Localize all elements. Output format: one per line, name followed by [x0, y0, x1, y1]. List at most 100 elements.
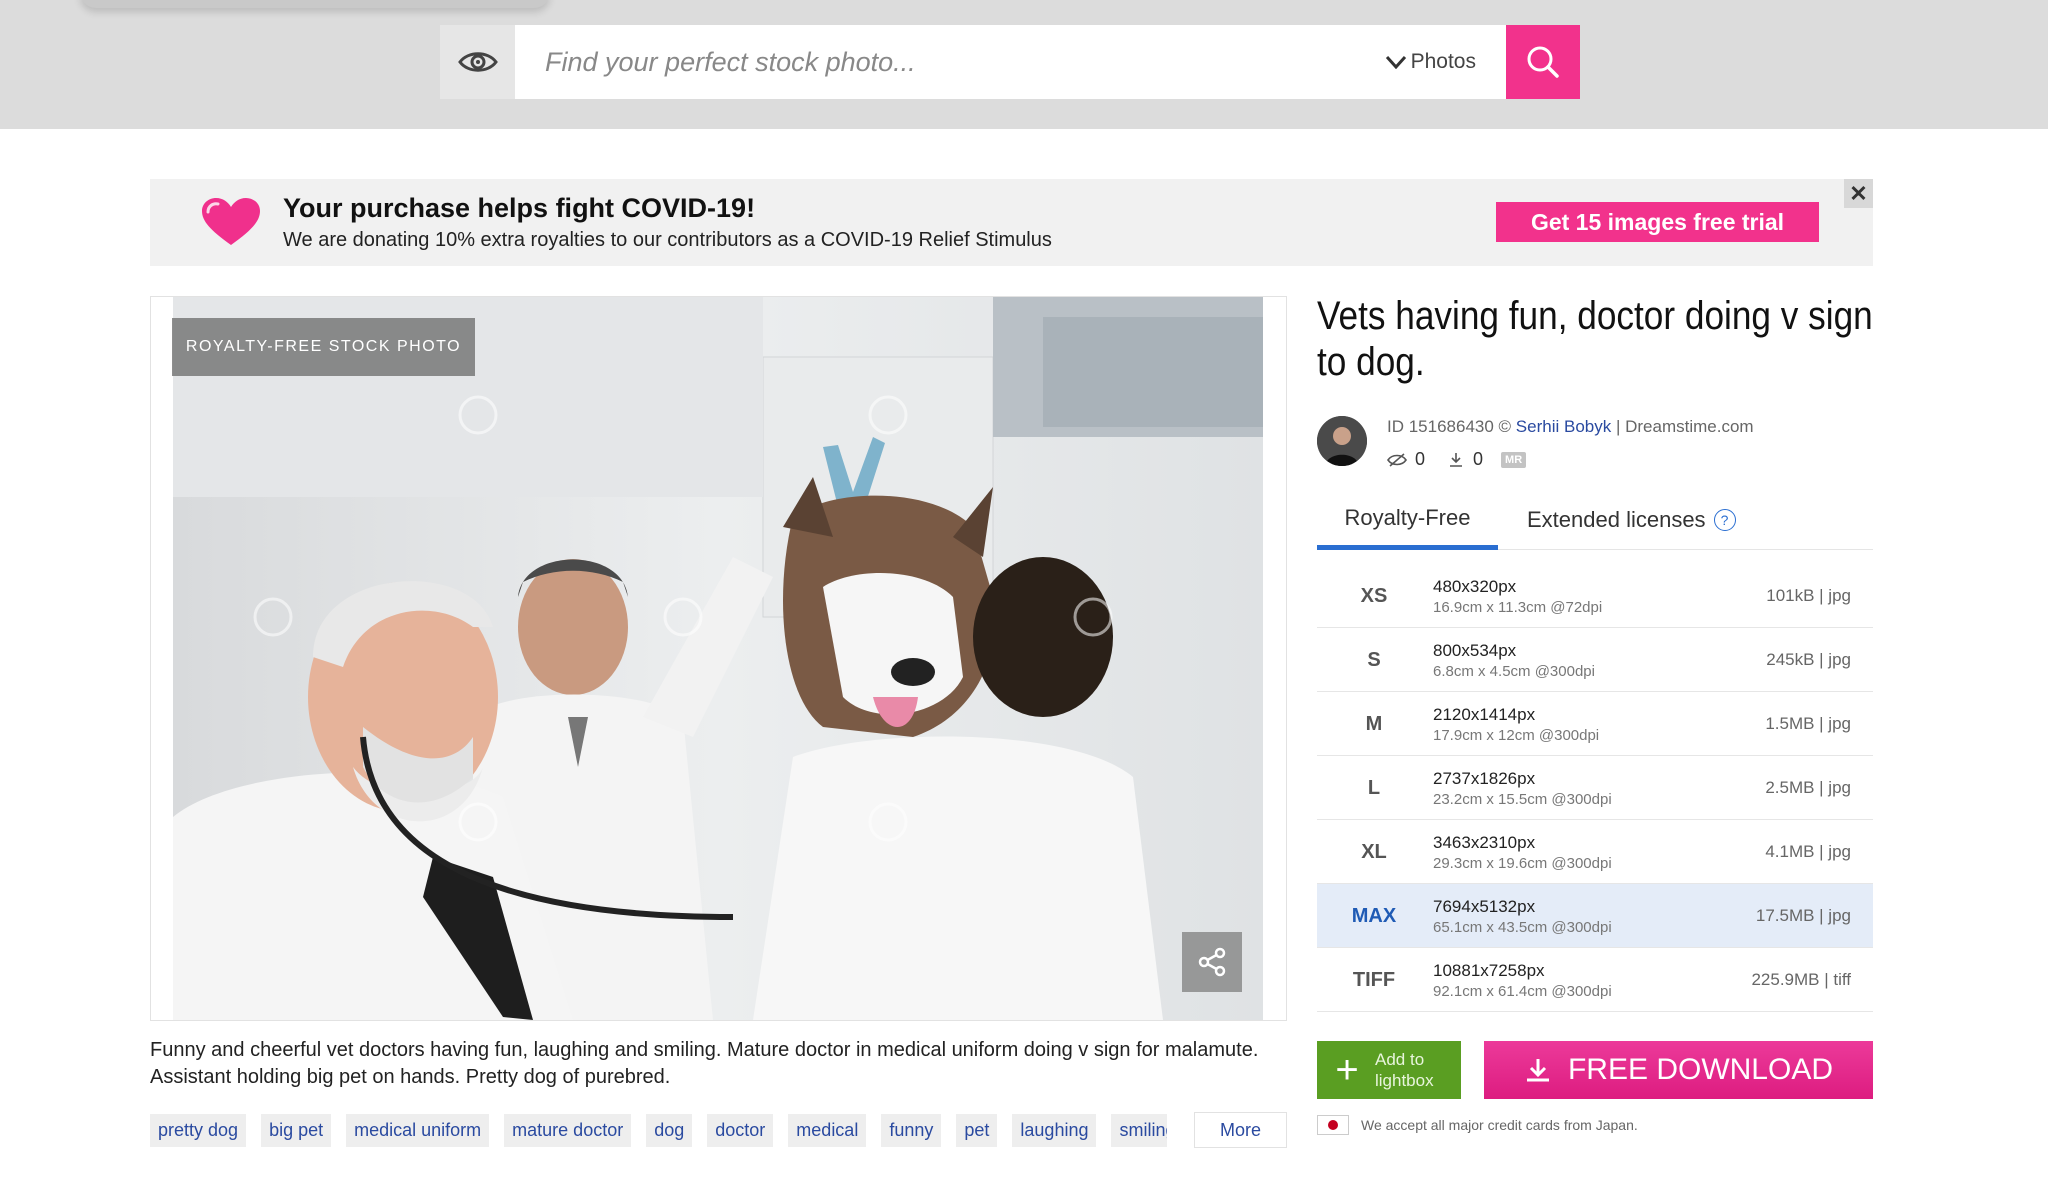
size-pixels: 10881x7258px [1433, 961, 1545, 980]
size-pixels: 800x534px [1433, 641, 1517, 660]
download-icon [1526, 1059, 1549, 1082]
model-release-badge: MR [1501, 451, 1527, 468]
lightbox-label: Add to lightbox [1375, 1049, 1434, 1091]
size-pixels: 2737x1826px [1433, 769, 1536, 788]
license-tabs: Royalty-Free Extended licenses ? [1317, 490, 1873, 550]
search-icon [1527, 46, 1559, 78]
tab-extended-licenses[interactable]: Extended licenses ? [1527, 490, 1736, 550]
size-file: 17.5MB | jpg [1755, 906, 1851, 925]
size-code: XS [1360, 584, 1388, 607]
banner-title: Your purchase helps fight COVID-19! [283, 193, 756, 223]
image-title: Vets having fun, doctor doing v sign to … [1317, 294, 1873, 384]
heart-icon [202, 198, 260, 245]
image-description: Funny and cheerful vet doctors having fu… [150, 1039, 1259, 1088]
tag[interactable]: medical uniform [346, 1114, 490, 1147]
size-row-l[interactable]: L 2737x1826px 23.2cm x 15.5cm @300dpi 2.… [1317, 756, 1873, 820]
visual-search-button[interactable] [440, 25, 515, 99]
size-print: 92.1cm x 61.4cm @300dpi [1433, 983, 1612, 1000]
size-pixels: 480x320px [1433, 577, 1517, 596]
photo-illustration [173, 297, 1263, 1020]
tag[interactable]: funny [881, 1114, 942, 1147]
size-file: 225.9MB | tiff [1751, 970, 1851, 989]
size-pixels: 3463x2310px [1433, 833, 1536, 852]
size-print: 6.8cm x 4.5cm @300dpi [1433, 663, 1595, 680]
header-tab-shadow [80, 0, 550, 8]
image-stats: 0 0 MR [1387, 449, 1527, 470]
eye-icon [457, 52, 498, 72]
search-type-label: Photos [1410, 50, 1476, 73]
size-row-max[interactable]: MAX 7694x5132px 65.1cm x 43.5cm @300dpi … [1317, 884, 1873, 948]
search-button[interactable] [1506, 25, 1580, 99]
tab-extended-label: Extended licenses [1527, 507, 1706, 532]
author-link[interactable]: Serhii Bobyk [1516, 417, 1611, 436]
free-download-button[interactable]: FREE DOWNLOAD [1484, 1041, 1873, 1099]
size-code: L [1367, 776, 1381, 799]
size-code: TIFF [1352, 968, 1396, 991]
size-print: 16.9cm x 11.3cm @72dpi [1433, 599, 1603, 616]
tag[interactable]: pet [956, 1114, 998, 1147]
size-row-s[interactable]: S 800x534px 6.8cm x 4.5cm @300dpi 245kB … [1317, 628, 1873, 692]
chevron-down-icon [1385, 55, 1406, 69]
payment-note: We accept all major credit cards from Ja… [1317, 1115, 1638, 1135]
more-tags-button[interactable]: More [1194, 1112, 1287, 1148]
author-avatar[interactable] [1317, 416, 1367, 466]
size-row-xl[interactable]: XL 3463x2310px 29.3cm x 19.6cm @300dpi 4… [1317, 820, 1873, 884]
size-options: XS 480x320px 16.9cm x 11.3cm @72dpi 101k… [1317, 564, 1873, 1012]
size-file: 1.5MB | jpg [1765, 714, 1851, 733]
size-print: 29.3cm x 19.6cm @300dpi [1433, 855, 1612, 872]
download-count-icon [1450, 452, 1463, 467]
size-file: 245kB | jpg [1766, 650, 1851, 669]
royalty-free-badge: ROYALTY-FREE STOCK PHOTO [172, 318, 475, 376]
free-trial-button[interactable]: Get 15 images free trial [1496, 202, 1819, 242]
size-code: MAX [1351, 904, 1397, 927]
tag[interactable]: pretty dog [150, 1114, 247, 1147]
covid-banner: Your purchase helps fight COVID-19! We a… [150, 179, 1873, 266]
japan-flag-icon [1317, 1115, 1349, 1135]
tag[interactable]: mature doctor [504, 1114, 632, 1147]
download-label: FREE DOWNLOAD [1567, 1053, 1834, 1086]
avatar-image [1317, 416, 1367, 466]
payment-note-text: We accept all major credit cards from Ja… [1361, 1117, 1638, 1133]
add-to-lightbox-button[interactable]: + Add to lightbox [1317, 1041, 1461, 1099]
help-icon[interactable]: ? [1713, 509, 1736, 531]
banner-close-button[interactable]: ✕ [1844, 179, 1873, 208]
share-button[interactable] [1182, 932, 1242, 992]
image-id: ID 151686430 © [1387, 417, 1516, 436]
share-icon [1198, 947, 1226, 977]
search-bar: Photos [440, 25, 1580, 99]
tag[interactable]: big pet [261, 1114, 332, 1147]
size-row-tiff[interactable]: TIFF 10881x7258px 92.1cm x 61.4cm @300dp… [1317, 948, 1873, 1012]
stock-photo[interactable] [173, 297, 1263, 1020]
size-code: S [1367, 648, 1381, 671]
banner-subtitle: We are donating 10% extra royalties to o… [283, 229, 1052, 251]
tag[interactable]: doctor [707, 1114, 774, 1147]
tab-royalty-free[interactable]: Royalty-Free [1317, 490, 1498, 550]
tag[interactable]: smiling [1111, 1114, 1168, 1147]
size-row-xs[interactable]: XS 480x320px 16.9cm x 11.3cm @72dpi 101k… [1317, 564, 1873, 628]
size-print: 17.9cm x 12cm @300dpi [1433, 727, 1600, 744]
lightbox-label-line2: lightbox [1375, 1071, 1434, 1090]
size-code: XL [1361, 840, 1387, 863]
size-file: 101kB | jpg [1766, 586, 1851, 605]
size-pixels: 7694x5132px [1433, 897, 1536, 916]
site-name: | Dreamstime.com [1611, 417, 1754, 436]
size-row-m[interactable]: M 2120x1414px 17.9cm x 12cm @300dpi 1.5M… [1317, 692, 1873, 756]
size-code: M [1365, 712, 1383, 735]
lightbox-label-line1: Add to [1375, 1050, 1425, 1069]
views-icon [1387, 452, 1407, 467]
size-print: 23.2cm x 15.5cm @300dpi [1433, 791, 1612, 808]
search-type-dropdown[interactable]: Photos [1385, 50, 1506, 74]
views-count: 0 [1415, 449, 1426, 469]
size-file: 2.5MB | jpg [1765, 778, 1851, 797]
size-print: 65.1cm x 43.5cm @300dpi [1433, 919, 1612, 936]
size-file: 4.1MB | jpg [1765, 842, 1851, 861]
downloads-count: 0 [1473, 449, 1484, 469]
search-input[interactable] [515, 25, 1385, 99]
plus-icon: + [1335, 1048, 1359, 1092]
tag[interactable]: dog [646, 1114, 693, 1147]
size-pixels: 2120x1414px [1433, 705, 1536, 724]
tag[interactable]: medical [788, 1114, 867, 1147]
header-bar: Photos [0, 0, 2048, 129]
tag[interactable]: laughing [1012, 1114, 1097, 1147]
image-meta: ID 151686430 © Serhii Bobyk | Dreamstime… [1387, 417, 1754, 437]
